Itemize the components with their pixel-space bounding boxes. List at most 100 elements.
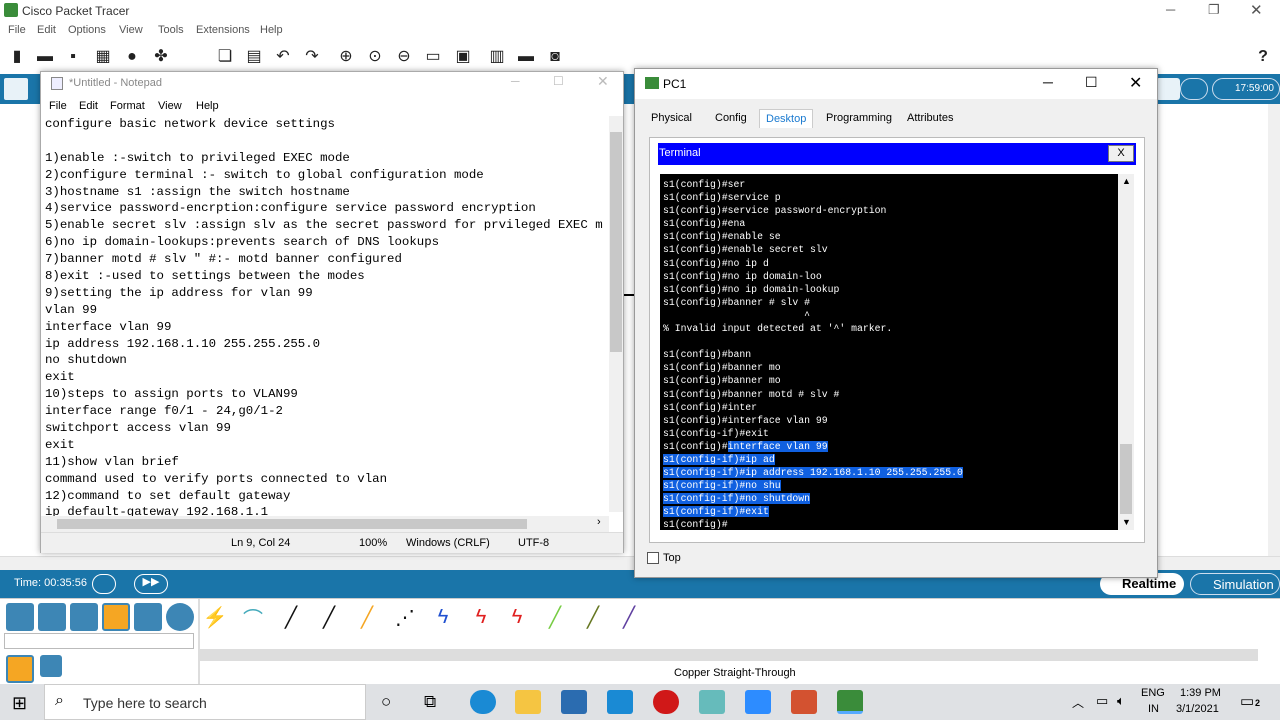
octal-cable-icon[interactable]: ╱ <box>538 600 572 634</box>
help-icon[interactable]: ? <box>1252 46 1274 68</box>
grid-icon[interactable] <box>40 655 62 677</box>
coaxial-cable-icon[interactable]: ϟ <box>426 600 460 634</box>
pc1-close-icon[interactable]: ✕ <box>1129 73 1142 93</box>
save-icon[interactable]: ▪ <box>62 46 84 68</box>
store-icon[interactable] <box>561 690 587 714</box>
task-view-icon[interactable]: ⧉ <box>424 692 436 712</box>
viewport-icon[interactable] <box>1156 78 1180 100</box>
notepad-app-icon[interactable] <box>699 690 725 714</box>
custom-devices-icon[interactable]: ▣ <box>452 46 474 68</box>
serial-dte-cable-icon[interactable]: ϟ <box>500 600 534 634</box>
mail-icon[interactable] <box>607 690 633 714</box>
serial-dce-cable-icon[interactable]: ϟ <box>464 600 498 634</box>
menu-options[interactable]: Options <box>68 24 106 36</box>
cable-scrollbar[interactable] <box>200 649 1258 661</box>
network-devices-icon[interactable] <box>6 603 34 631</box>
notepad-menu-file[interactable]: File <box>49 100 67 112</box>
tab-config[interactable]: Config <box>709 109 753 127</box>
connections-icon[interactable] <box>102 603 130 631</box>
zoom-in-icon[interactable]: ⊕ <box>335 46 357 68</box>
undo-icon[interactable]: ↶ <box>272 46 294 68</box>
zoom-out-icon[interactable]: ⊖ <box>393 46 415 68</box>
device-search-field[interactable] <box>4 633 194 649</box>
simulation-button[interactable]: Simulation <box>1190 573 1280 595</box>
menu-edit[interactable]: Edit <box>37 24 56 36</box>
paste-icon[interactable]: ▤ <box>243 46 265 68</box>
logical-view-icon[interactable] <box>4 78 28 100</box>
notification-center-icon[interactable]: ▭ <box>1240 692 1254 710</box>
scroll-right-icon[interactable]: › <box>597 516 601 528</box>
notepad-vertical-scrollbar[interactable] <box>609 116 623 512</box>
notepad-horizontal-scrollbar[interactable]: › <box>41 516 609 532</box>
packet-tracer-taskbar-icon[interactable] <box>837 690 863 714</box>
notepad-menu-edit[interactable]: Edit <box>79 100 98 112</box>
misc-icon[interactable] <box>134 603 162 631</box>
fiber-cable-icon[interactable]: ╱ <box>350 600 384 634</box>
ethernet-icon[interactable]: ▬ <box>515 46 537 68</box>
multiuser-icon[interactable] <box>166 603 194 631</box>
notepad-minimize-icon[interactable]: ─ <box>511 74 520 88</box>
top-checkbox[interactable] <box>647 552 659 564</box>
language-eng[interactable]: ENG <box>1141 687 1165 699</box>
file-explorer-icon[interactable] <box>515 690 541 714</box>
auto-connection-icon[interactable]: ⚡ <box>198 600 232 634</box>
crossover-cable-icon[interactable]: ╱ <box>312 600 346 634</box>
usb-cable-icon[interactable]: ╱ <box>612 600 646 634</box>
taskbar-search-box[interactable]: ⌕ Type here to search <box>44 684 366 720</box>
tab-desktop[interactable]: Desktop <box>759 109 814 128</box>
zoom-reset-icon[interactable]: ⊙ <box>364 46 386 68</box>
connections-sub-icon[interactable] <box>6 655 34 683</box>
tab-physical[interactable]: Physical <box>645 109 698 127</box>
print-icon[interactable]: ▦ <box>92 46 114 68</box>
menu-view[interactable]: View <box>119 24 143 36</box>
info-icon[interactable]: ● <box>121 46 143 68</box>
scroll-up-icon[interactable]: ▲ <box>1122 176 1131 186</box>
notepad-scroll-thumb[interactable] <box>610 132 622 352</box>
notepad-maximize-icon[interactable]: ☐ <box>553 74 564 88</box>
powerpoint-icon[interactable] <box>791 690 817 714</box>
menu-file[interactable]: File <box>8 24 26 36</box>
terminal-scroll-thumb[interactable] <box>1120 444 1132 514</box>
opera-icon[interactable] <box>653 690 679 714</box>
pc1-maximize-icon[interactable]: ☐ <box>1085 74 1098 91</box>
volume-icon[interactable]: 🔈︎ <box>1117 693 1125 709</box>
notepad-menu-help[interactable]: Help <box>196 100 219 112</box>
notepad-text-area[interactable]: configure basic network device settings 1… <box>45 116 611 516</box>
drawing-palette-icon[interactable]: ▭ <box>422 46 444 68</box>
tab-programming[interactable]: Programming <box>820 109 898 127</box>
notepad-menu-format[interactable]: Format <box>110 100 145 112</box>
restore-icon[interactable]: ❐ <box>1208 2 1220 18</box>
tab-attributes[interactable]: Attributes <box>901 109 959 127</box>
pc1-minimize-icon[interactable]: ─ <box>1043 74 1053 90</box>
copy-icon[interactable]: ❏ <box>214 46 236 68</box>
menu-help[interactable]: Help <box>260 24 283 36</box>
camera-icon[interactable]: ◙ <box>544 46 566 68</box>
cortana-icon[interactable]: ○ <box>381 692 391 712</box>
terminal-close-button[interactable]: X <box>1108 145 1134 162</box>
console-cable-icon[interactable]: ⌒ <box>236 600 270 634</box>
network-tray-icon[interactable]: ▭ <box>1096 693 1108 709</box>
menu-tools[interactable]: Tools <box>158 24 184 36</box>
environment-icon[interactable] <box>1180 78 1208 100</box>
components-icon[interactable] <box>70 603 98 631</box>
notes-icon[interactable]: ▥ <box>486 46 508 68</box>
workspace-vertical-scrollbar[interactable] <box>1268 104 1280 556</box>
terminal-screen[interactable]: s1(config)#ser s1(config)#service p s1(con… <box>660 174 1118 530</box>
close-icon[interactable]: ✕ <box>1250 1 1263 19</box>
network-icon[interactable]: ✤ <box>150 46 172 68</box>
tray-chevron-icon[interactable]: ︿ <box>1072 694 1084 711</box>
notepad-hscroll-thumb[interactable] <box>57 519 527 529</box>
redo-icon[interactable]: ↷ <box>301 46 323 68</box>
minimize-icon[interactable]: ─ <box>1166 2 1175 17</box>
power-cycle-icon[interactable] <box>92 574 116 594</box>
language-region[interactable]: IN <box>1148 703 1159 715</box>
notepad-close-icon[interactable]: ✕ <box>597 73 609 90</box>
straight-through-cable-icon[interactable]: ╱ <box>274 600 308 634</box>
edge-icon[interactable] <box>470 690 496 714</box>
clock-badge[interactable]: 17:59:00 <box>1212 78 1280 100</box>
menu-extensions[interactable]: Extensions <box>196 24 250 36</box>
zoom-app-icon[interactable] <box>745 690 771 714</box>
iot-cable-icon[interactable]: ╱ <box>576 600 610 634</box>
new-file-icon[interactable]: ▮ <box>6 46 28 68</box>
terminal-scrollbar[interactable]: ▲ ▼ <box>1118 174 1134 530</box>
